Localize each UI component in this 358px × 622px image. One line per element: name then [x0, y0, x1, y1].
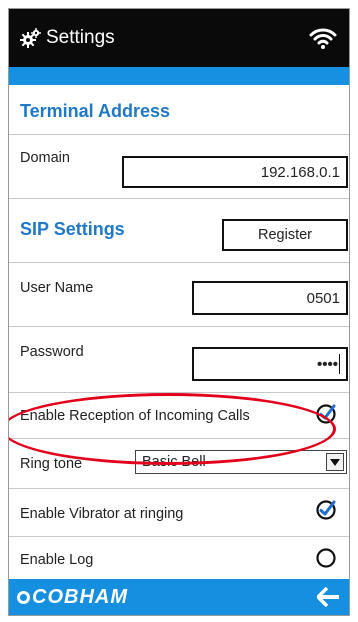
register-button-label: Register [258, 227, 312, 243]
ringtone-label: Ring tone [20, 456, 83, 472]
register-button[interactable]: Register [222, 219, 348, 251]
back-arrow-icon[interactable] [315, 586, 339, 608]
log-row[interactable]: Enable Log [9, 537, 349, 581]
chevron-down-icon[interactable] [326, 453, 344, 471]
ringtone-select[interactable]: Basic Bell [135, 450, 347, 474]
footer-bar: COBHAM [9, 579, 349, 615]
incoming-calls-label: Enable Reception of Incoming Calls [20, 408, 250, 424]
brand-text: COBHAM [32, 585, 128, 608]
domain-value: 192.168.0.1 [260, 163, 340, 181]
incoming-calls-row[interactable]: Enable Reception of Incoming Calls [9, 393, 349, 439]
domain-label: Domain [20, 150, 70, 166]
vibrator-checked-icon[interactable] [315, 499, 337, 521]
domain-field[interactable]: 192.168.0.1 [122, 156, 348, 188]
log-unchecked-icon[interactable] [315, 547, 337, 569]
username-field[interactable]: 0501 [192, 281, 348, 315]
vibrator-row[interactable]: Enable Vibrator at ringing [9, 489, 349, 537]
vibrator-label: Enable Vibrator at ringing [20, 506, 184, 522]
terminal-address-title: Terminal Address [20, 101, 171, 121]
password-field[interactable]: •••• [192, 347, 348, 381]
logo-ring-icon [17, 590, 30, 604]
username-row: User Name 0501 [9, 263, 349, 327]
sip-settings-title: SIP Settings [20, 219, 125, 239]
username-label: User Name [20, 280, 94, 296]
wifi-icon [309, 26, 337, 50]
domain-row: Domain 192.168.0.1 [9, 135, 349, 199]
settings-screen: Settings Terminal Address Domain 192.168… [8, 8, 350, 616]
incoming-calls-checked-icon[interactable] [315, 403, 337, 425]
title-bar: Settings [9, 9, 349, 67]
log-label: Enable Log [20, 552, 94, 568]
password-label: Password [20, 344, 84, 360]
sip-settings-header: SIP Settings Register [9, 199, 349, 263]
password-row: Password •••• [9, 327, 349, 393]
ringtone-value: Basic Bell [142, 454, 206, 470]
terminal-address-header: Terminal Address [9, 85, 349, 135]
password-value: •••• [316, 355, 338, 373]
text-cursor [339, 354, 340, 374]
accent-band [9, 67, 349, 85]
cobham-logo: COBHAM [17, 586, 128, 609]
ringtone-row: Ring tone Basic Bell [9, 439, 349, 489]
gear-icon [20, 27, 42, 49]
page-title: Settings [46, 27, 115, 48]
username-value: 0501 [306, 289, 340, 307]
